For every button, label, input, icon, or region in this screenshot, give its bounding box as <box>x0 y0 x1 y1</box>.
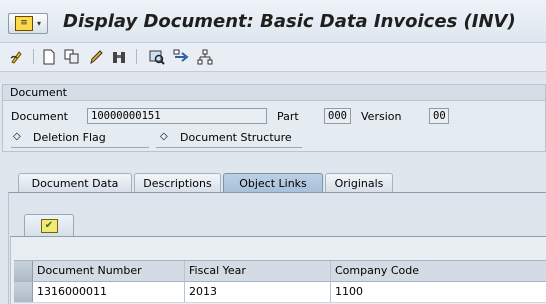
document-number-cell[interactable]: 1316000011 <box>33 282 185 302</box>
table-row: 1316000011 2013 1100 <box>14 282 546 303</box>
accounting-document-icon: ✔ <box>40 218 58 233</box>
column-header[interactable]: Fiscal Year <box>185 261 331 281</box>
title-bar: ≡ ▾ Display Document: Basic Data Invoice… <box>0 0 546 43</box>
version-label: Version <box>361 110 402 123</box>
tab-originals[interactable]: Originals <box>325 173 393 192</box>
column-header[interactable]: Company Code <box>331 261 546 281</box>
application-toolbar <box>0 43 546 72</box>
menu-icon: ≡ <box>14 16 33 31</box>
version-field[interactable]: 00 <box>429 108 449 124</box>
page-title: Display Document: Basic Data Invoices (I… <box>63 11 516 32</box>
tab-object-links[interactable]: Object Links <box>223 173 323 192</box>
group-title: Document <box>3 85 545 101</box>
change-icon[interactable] <box>87 48 105 66</box>
document-group: Document Document 10000000151 Part 000 V… <box>2 84 546 152</box>
toolbar-separator <box>33 49 34 64</box>
document-structure-label: Document Structure <box>180 131 292 144</box>
navigate-icon[interactable] <box>172 48 190 66</box>
divider <box>11 147 149 148</box>
select-all-button[interactable] <box>14 261 33 281</box>
tab-descriptions[interactable]: Descriptions <box>134 173 221 192</box>
subtab-accounting-document[interactable]: ✔ <box>24 214 74 236</box>
structure-icon[interactable] <box>196 48 214 66</box>
company-code-cell[interactable]: 1100 <box>331 282 546 302</box>
document-label: Document <box>11 110 68 123</box>
table-header: Document Number Fiscal Year Company Code <box>14 260 546 282</box>
diamond-icon: ◇ <box>13 131 21 142</box>
column-header[interactable]: Document Number <box>33 261 185 281</box>
document-number-field[interactable]: 10000000151 <box>87 108 267 124</box>
deletion-flag-label: Deletion Flag <box>33 131 106 144</box>
new-document-icon[interactable] <box>40 48 58 66</box>
divider <box>156 147 302 148</box>
part-field[interactable]: 000 <box>324 108 351 124</box>
other-document-icon[interactable] <box>8 48 26 66</box>
fiscal-year-cell[interactable]: 2013 <box>185 282 331 302</box>
binoculars-icon[interactable] <box>110 48 128 66</box>
part-label: Part <box>277 110 299 123</box>
tab-strip: Document Data Descriptions Object Links … <box>0 170 546 194</box>
display-original-icon[interactable] <box>148 48 166 66</box>
toolbar-separator <box>136 49 137 64</box>
system-menu-button[interactable]: ≡ ▾ <box>8 13 48 34</box>
diamond-icon: ◇ <box>160 131 168 142</box>
tab-document-data[interactable]: Document Data <box>18 173 132 192</box>
chevron-down-icon: ▾ <box>36 19 41 28</box>
copy-icon[interactable] <box>63 48 81 66</box>
row-selector[interactable] <box>14 282 33 302</box>
